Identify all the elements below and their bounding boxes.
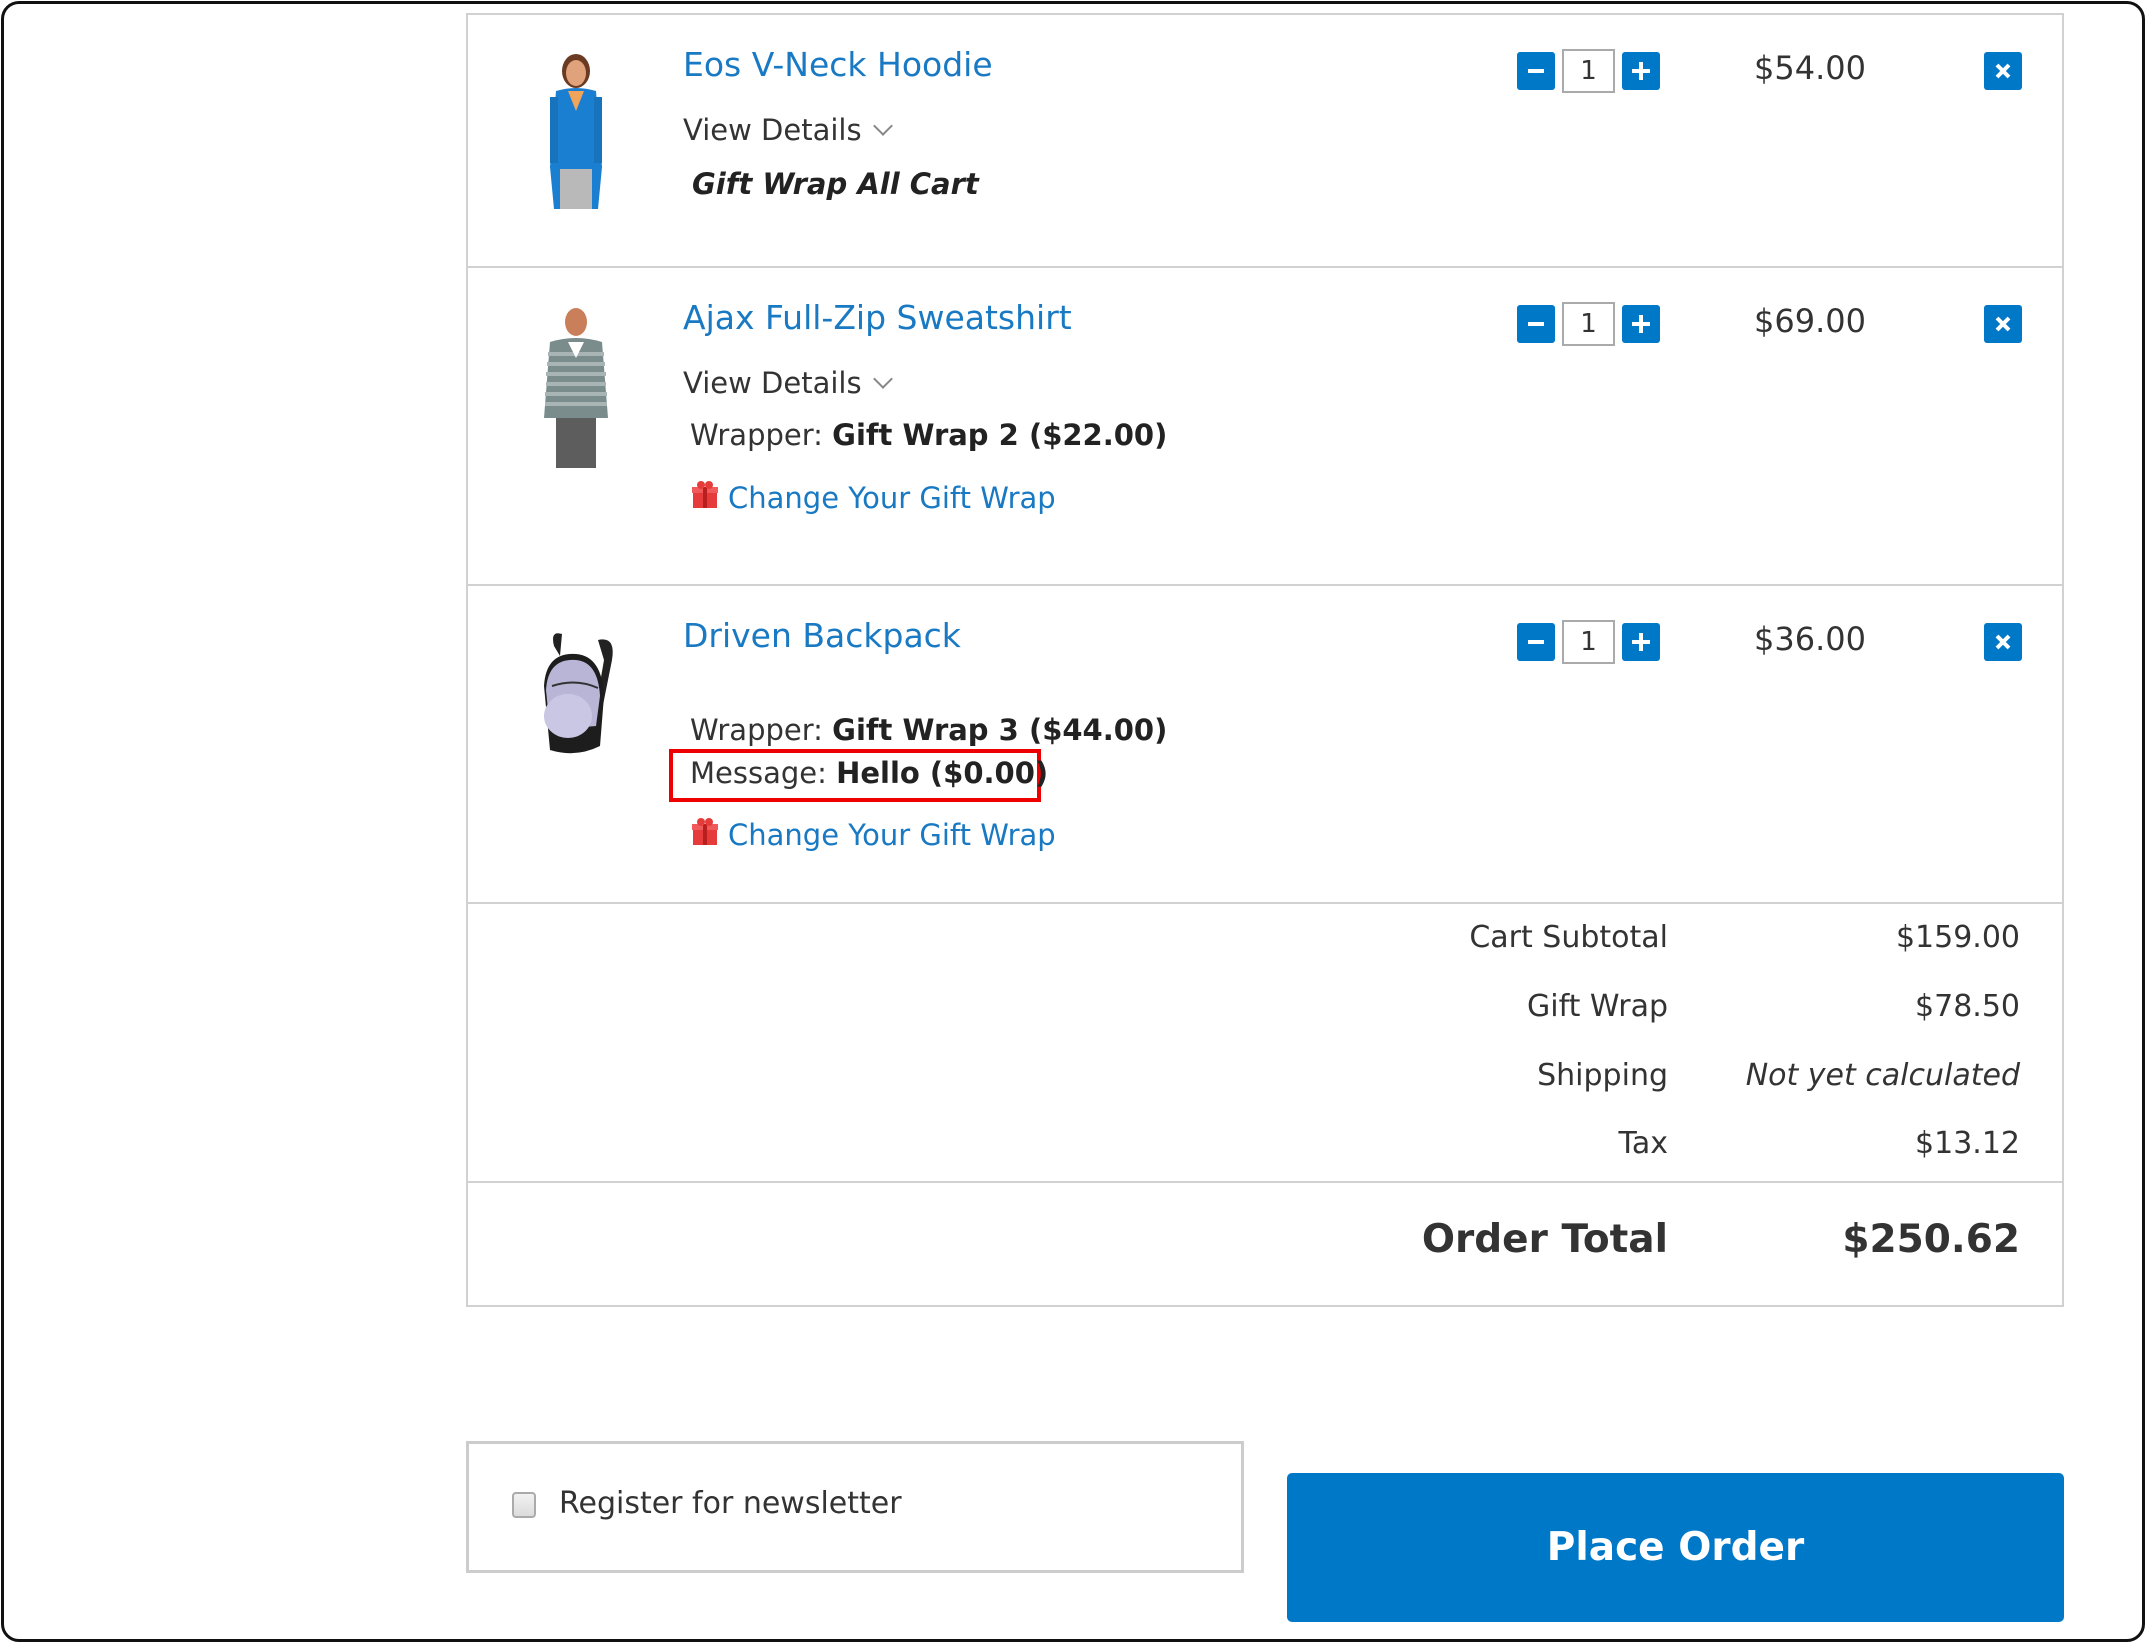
- message-value: Hello ($0.00): [836, 756, 1049, 790]
- wrapper-value: Gift Wrap 2 ($22.00): [832, 418, 1168, 452]
- item-price: $36.00: [1754, 620, 1866, 658]
- decrease-quantity-button[interactable]: [1517, 52, 1555, 90]
- close-icon: [1995, 634, 2011, 650]
- place-order-button[interactable]: Place Order: [1287, 1473, 2064, 1622]
- gift-icon: [690, 817, 720, 847]
- cart-item-row: Ajax Full-Zip Sweatshirt View Details Wr…: [468, 268, 2062, 586]
- newsletter-box: Register for newsletter: [466, 1441, 1244, 1573]
- product-image-hoodie[interactable]: [516, 49, 636, 219]
- wrapper-option: Wrapper: Gift Wrap 3 ($44.00): [690, 713, 1167, 747]
- totals-label: Shipping: [1537, 1058, 1668, 1093]
- cart-item-row: Driven Backpack Wrapper: Gift Wrap 3 ($4…: [468, 586, 2062, 904]
- totals-row-subtotal: Cart Subtotal $159.00: [468, 920, 2062, 970]
- increase-quantity-button[interactable]: [1622, 305, 1660, 343]
- decrease-quantity-button[interactable]: [1517, 623, 1555, 661]
- cart-item-row: Eos V-Neck Hoodie View Details Gift Wrap…: [468, 15, 2062, 268]
- plus-icon: [1632, 633, 1650, 651]
- totals-value: $13.12: [1915, 1126, 2020, 1161]
- totals-value: Not yet calculated: [1745, 1058, 2020, 1093]
- totals-row-tax: Tax $13.12: [468, 1126, 2062, 1176]
- quantity-input[interactable]: [1562, 49, 1615, 93]
- newsletter-label[interactable]: Register for newsletter: [559, 1486, 902, 1521]
- remove-item-button[interactable]: [1984, 52, 2022, 90]
- cart-summary: Eos V-Neck Hoodie View Details Gift Wrap…: [466, 13, 2064, 1307]
- minus-icon: [1528, 640, 1544, 644]
- quantity-stepper: [1517, 302, 1660, 346]
- view-details-label: View Details: [683, 366, 862, 400]
- decrease-quantity-button[interactable]: [1517, 305, 1555, 343]
- plus-icon: [1632, 315, 1650, 333]
- minus-icon: [1528, 322, 1544, 326]
- view-details-toggle[interactable]: View Details: [683, 113, 893, 147]
- remove-item-button[interactable]: [1984, 623, 2022, 661]
- quantity-input[interactable]: [1562, 302, 1615, 346]
- product-name-link[interactable]: Driven Backpack: [683, 616, 961, 655]
- plus-icon: [1632, 62, 1650, 80]
- gift-wrap-all-cart-label: Gift Wrap All Cart: [692, 167, 979, 201]
- change-gift-wrap-label: Change Your Gift Wrap: [728, 818, 1056, 852]
- wrapper-option: Wrapper: Gift Wrap 2 ($22.00): [690, 418, 1167, 452]
- order-total-row: Order Total $250.62: [468, 1183, 2062, 1307]
- totals-label: Cart Subtotal: [1469, 920, 1668, 955]
- wrapper-value: Gift Wrap 3 ($44.00): [832, 713, 1168, 747]
- quantity-stepper: [1517, 620, 1660, 664]
- chevron-down-icon: [872, 369, 893, 389]
- change-gift-wrap-label: Change Your Gift Wrap: [728, 481, 1056, 515]
- item-price: $54.00: [1754, 49, 1866, 87]
- totals-section: Cart Subtotal $159.00 Gift Wrap $78.50 S…: [468, 904, 2062, 1183]
- totals-row-gift-wrap: Gift Wrap $78.50: [468, 989, 2062, 1039]
- totals-label: Tax: [1618, 1126, 1669, 1161]
- wrapper-label: Wrapper:: [690, 713, 823, 747]
- minus-icon: [1528, 69, 1544, 73]
- change-gift-wrap-link[interactable]: Change Your Gift Wrap: [690, 818, 1056, 852]
- close-icon: [1995, 63, 2011, 79]
- wrapper-label: Wrapper:: [690, 418, 823, 452]
- close-icon: [1995, 316, 2011, 332]
- message-option: Message: Hello ($0.00): [690, 756, 1048, 790]
- increase-quantity-button[interactable]: [1622, 623, 1660, 661]
- product-name-link[interactable]: Ajax Full-Zip Sweatshirt: [683, 298, 1072, 337]
- totals-value: $159.00: [1895, 920, 2020, 955]
- totals-row-shipping: Shipping Not yet calculated: [468, 1058, 2062, 1108]
- order-total-value: $250.62: [1842, 1217, 2020, 1262]
- totals-label: Gift Wrap: [1527, 989, 1668, 1024]
- product-name-link[interactable]: Eos V-Neck Hoodie: [683, 45, 993, 84]
- chevron-down-icon: [872, 116, 893, 136]
- view-details-label: View Details: [683, 113, 862, 147]
- change-gift-wrap-link[interactable]: Change Your Gift Wrap: [690, 481, 1056, 515]
- product-image-sweatshirt[interactable]: [516, 302, 636, 472]
- view-details-toggle[interactable]: View Details: [683, 366, 893, 400]
- order-total-label: Order Total: [1421, 1217, 1668, 1262]
- remove-item-button[interactable]: [1984, 305, 2022, 343]
- quantity-input[interactable]: [1562, 620, 1615, 664]
- newsletter-checkbox[interactable]: [512, 1492, 536, 1518]
- product-image-backpack[interactable]: [516, 626, 636, 796]
- quantity-stepper: [1517, 49, 1660, 93]
- totals-value: $78.50: [1915, 989, 2020, 1024]
- increase-quantity-button[interactable]: [1622, 52, 1660, 90]
- gift-icon: [690, 480, 720, 510]
- message-label: Message:: [690, 756, 827, 790]
- item-price: $69.00: [1754, 302, 1866, 340]
